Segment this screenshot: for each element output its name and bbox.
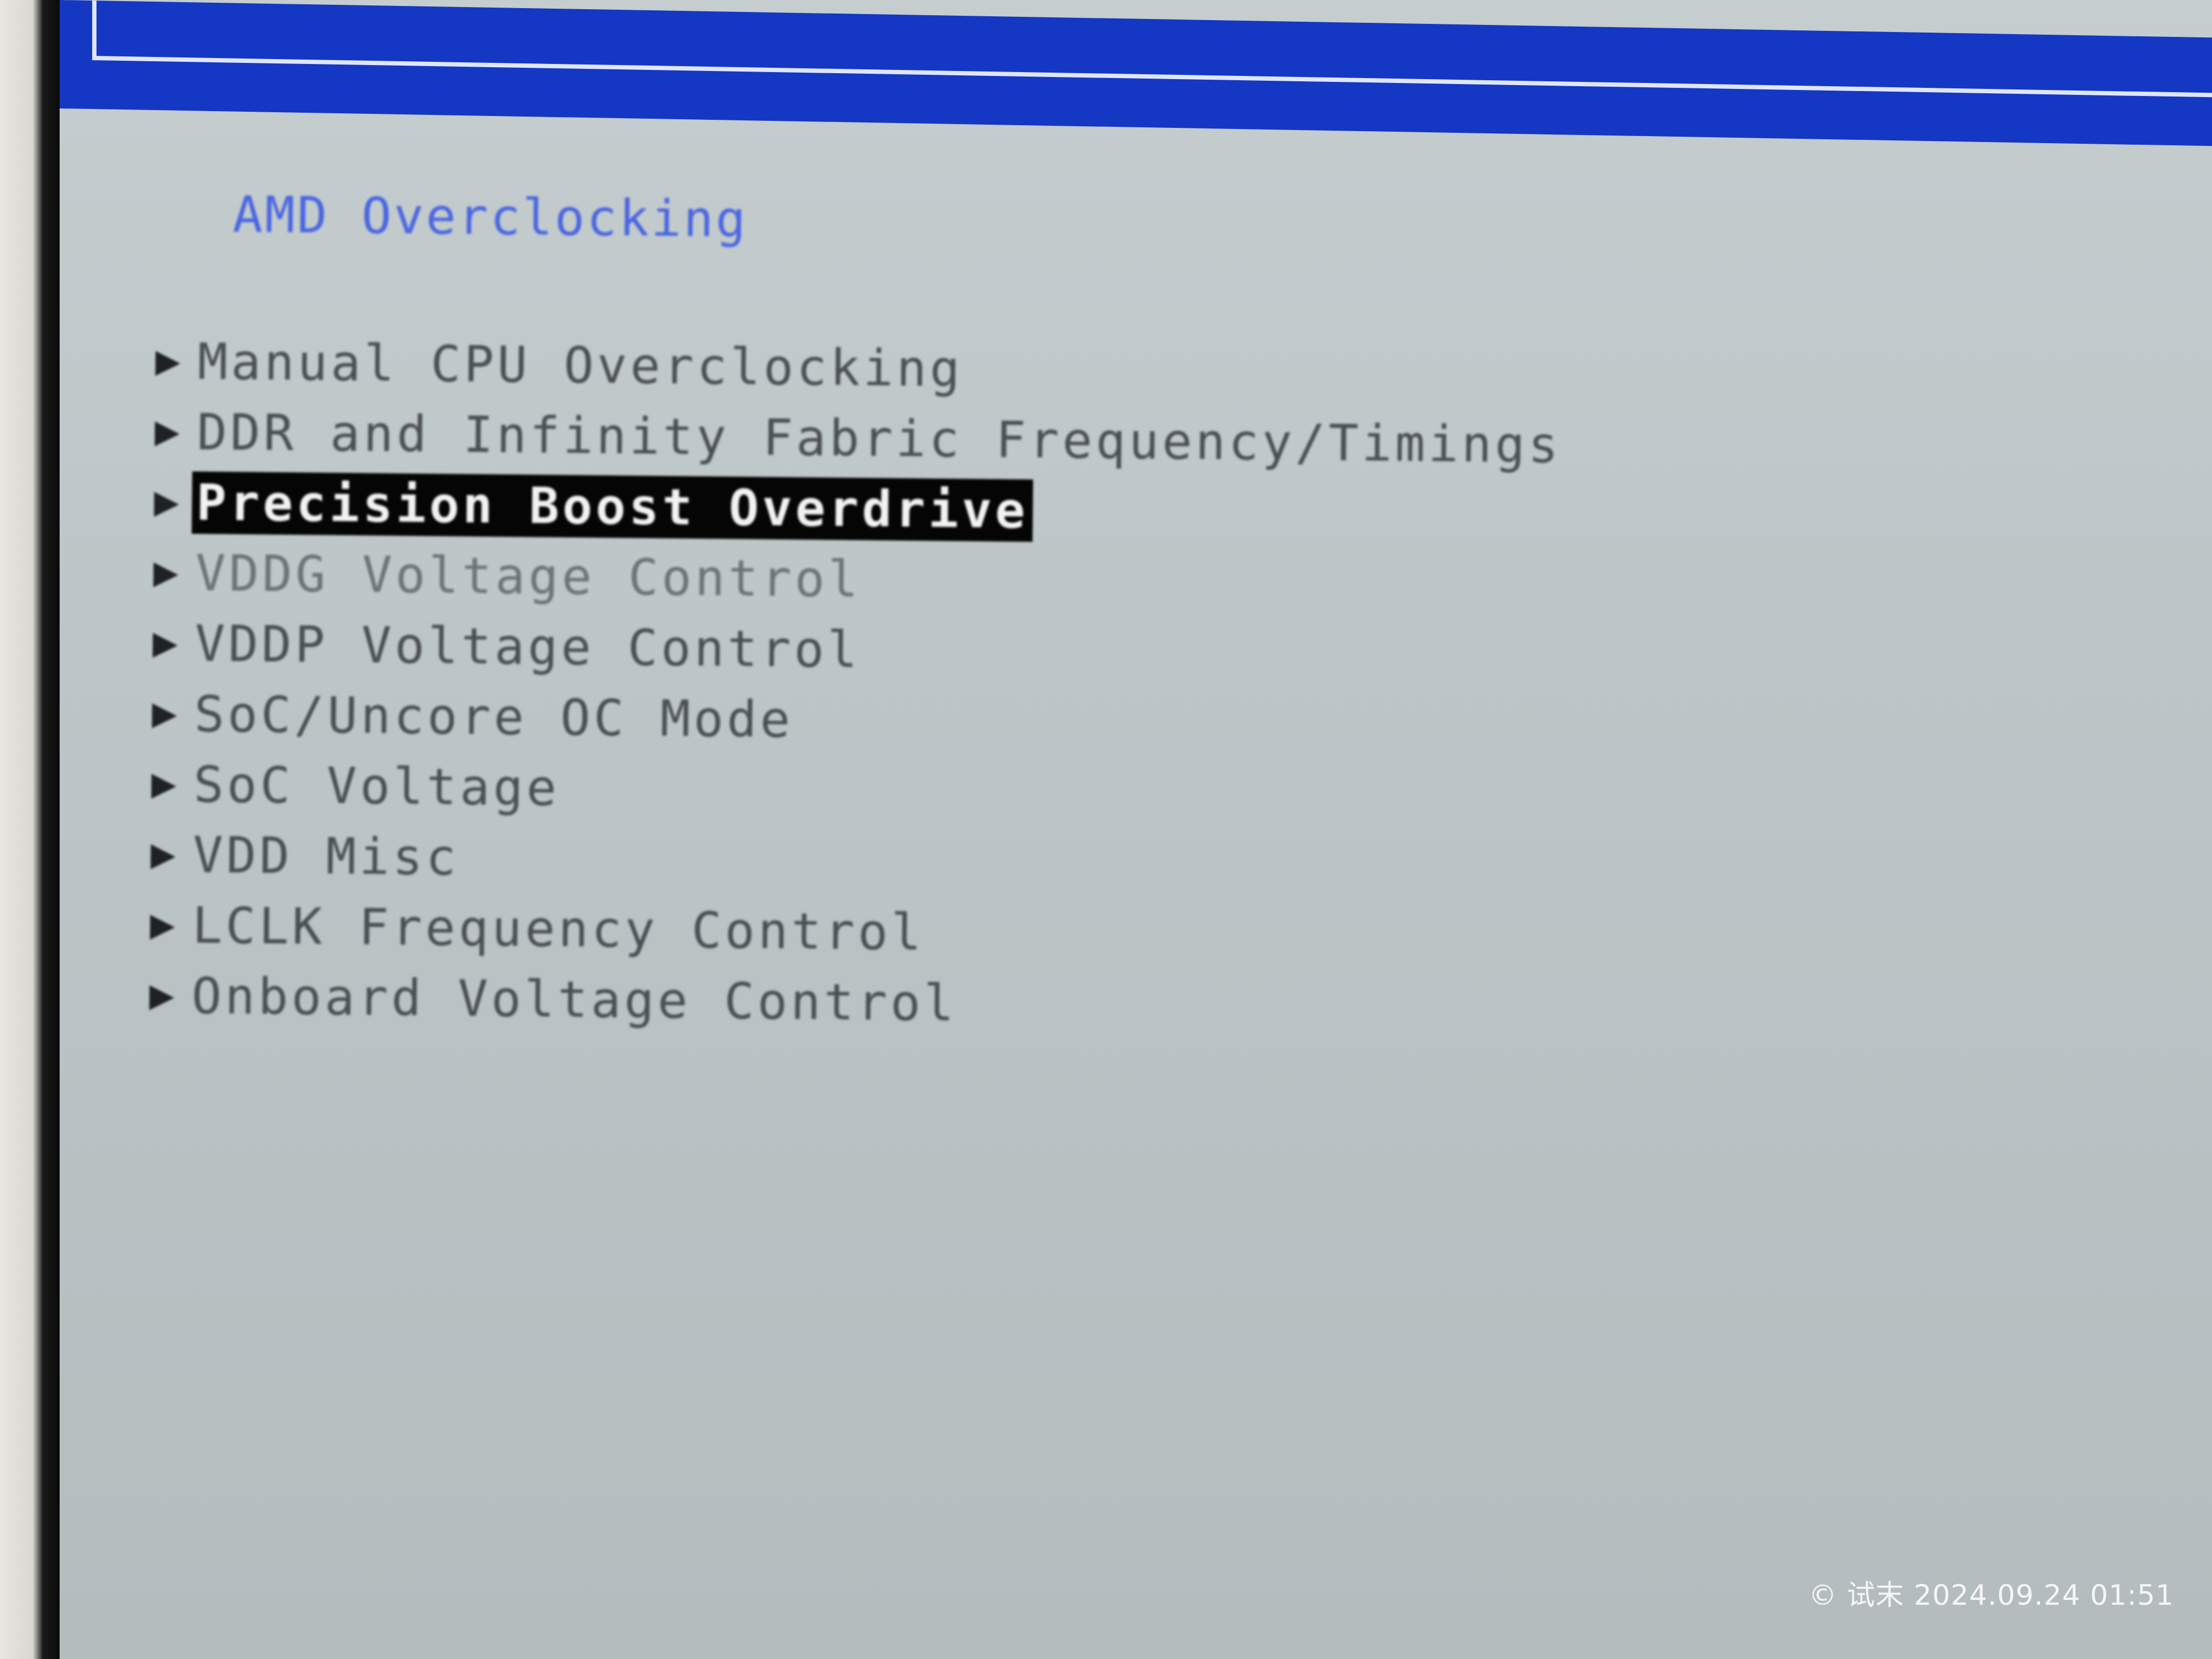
menu-item-label: Precision Boost Overdrive xyxy=(191,471,1033,542)
photo-watermark: © 试末 2024.09.24 01:51 xyxy=(1808,1579,2174,1612)
overclocking-menu: ▶ Manual CPU Overclocking ▶ DDR and Infi… xyxy=(149,326,1567,1044)
menu-item-ddr-infinity-fabric[interactable]: ▶ DDR and Infinity Fabric Frequency/Timi… xyxy=(155,396,1566,480)
triangle-right-icon: ▶ xyxy=(152,694,177,733)
triangle-right-icon: ▶ xyxy=(150,905,176,944)
menu-item-label: VDDG Voltage Control xyxy=(195,544,862,608)
menu-item-soc-uncore-oc-mode[interactable]: ▶ SoC/Uncore OC Mode xyxy=(152,678,1564,762)
triangle-right-icon: ▶ xyxy=(153,483,179,522)
menu-item-lclk-frequency-control[interactable]: ▶ LCLK Frequency Control xyxy=(150,890,1561,974)
triangle-right-icon: ▶ xyxy=(155,342,181,381)
header-frame-border xyxy=(92,1,2212,98)
menu-item-label: Onboard Voltage Control xyxy=(191,967,957,1032)
menu-item-label: VDD Misc xyxy=(192,826,460,886)
triangle-right-icon: ▶ xyxy=(152,623,178,663)
menu-item-label: VDDP Voltage Control xyxy=(195,614,861,679)
bios-content-area: AMD Overclocking ▶ Manual CPU Overclocki… xyxy=(95,168,2169,1597)
menu-item-soc-voltage[interactable]: ▶ SoC Voltage xyxy=(151,749,1562,833)
menu-item-precision-boost-overdrive[interactable]: ▶ Precision Boost Overdrive xyxy=(153,467,1565,551)
menu-item-label: Manual CPU Overclocking xyxy=(197,332,963,398)
triangle-right-icon: ▶ xyxy=(149,976,175,1015)
bios-header-bar xyxy=(60,0,2212,146)
menu-item-manual-cpu-overclocking[interactable]: ▶ Manual CPU Overclocking xyxy=(155,326,1567,410)
menu-item-label: LCLK Frequency Control xyxy=(192,896,925,962)
monitor-bezel xyxy=(0,0,60,1659)
triangle-right-icon: ▶ xyxy=(153,553,179,592)
bios-screen: AMD Overclocking ▶ Manual CPU Overclocki… xyxy=(60,0,2212,1659)
menu-item-vddg-voltage-control[interactable]: ▶ VDDG Voltage Control xyxy=(153,537,1565,621)
menu-item-label: DDR and Infinity Fabric Frequency/Timing… xyxy=(196,403,1562,474)
triangle-right-icon: ▶ xyxy=(155,412,180,451)
photo-frame: AMD Overclocking ▶ Manual CPU Overclocki… xyxy=(0,0,2212,1659)
menu-item-vddp-voltage-control[interactable]: ▶ VDDP Voltage Control xyxy=(152,608,1564,692)
menu-item-onboard-voltage-control[interactable]: ▶ Onboard Voltage Control xyxy=(149,960,1561,1044)
menu-item-label: SoC Voltage xyxy=(193,755,560,817)
menu-item-vdd-misc[interactable]: ▶ VDD Misc xyxy=(150,819,1562,903)
triangle-right-icon: ▶ xyxy=(150,835,176,874)
section-title: AMD Overclocking xyxy=(232,185,748,249)
triangle-right-icon: ▶ xyxy=(151,764,177,803)
menu-item-label: SoC/Uncore OC Mode xyxy=(194,685,794,749)
